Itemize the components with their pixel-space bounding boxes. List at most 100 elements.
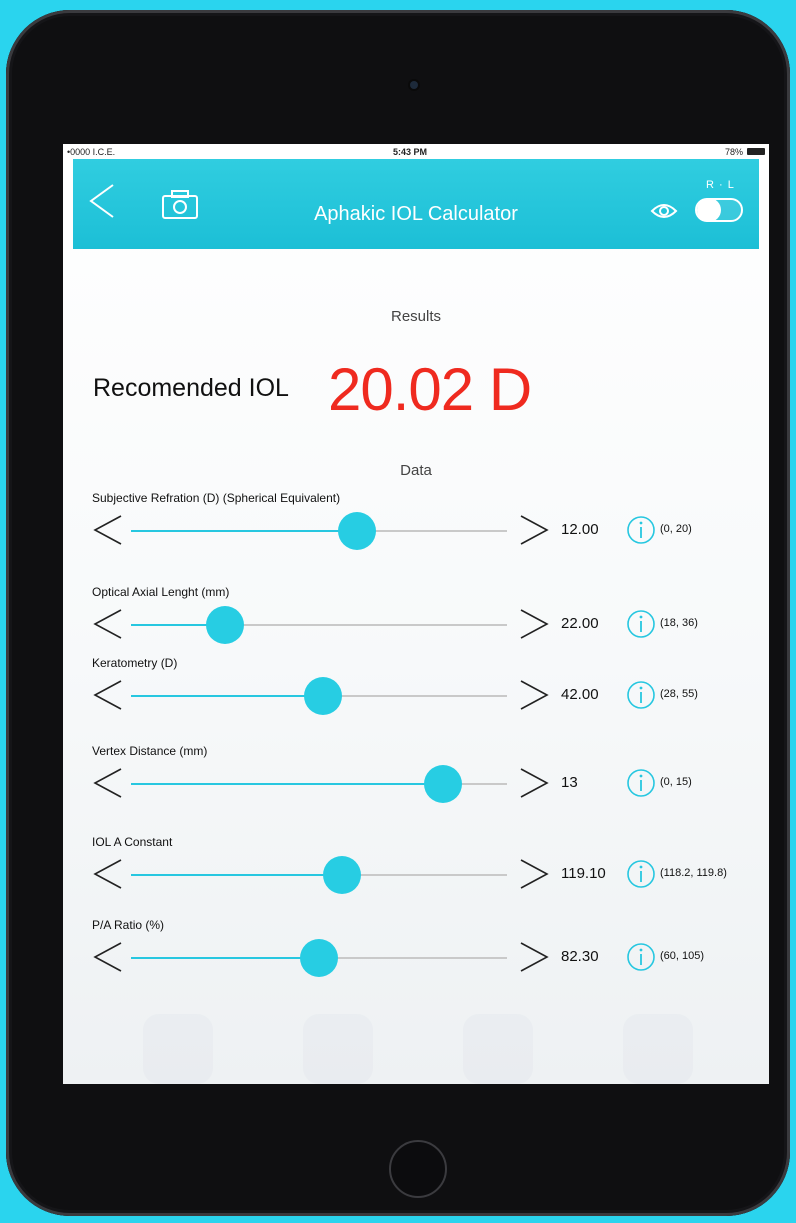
parameter-slider[interactable] <box>131 939 507 977</box>
carrier-label: •0000 I.C.E. <box>67 147 116 157</box>
slider-fill <box>131 783 444 785</box>
chevron-left-icon <box>93 609 122 639</box>
decrease-button[interactable] <box>91 513 125 547</box>
info-icon <box>627 516 655 544</box>
parameter-range: (0, 20) <box>660 523 692 535</box>
parameter-row: IOL A Constant 119.10 (118.2, 119.8) <box>63 835 769 915</box>
chevron-right-icon <box>520 609 549 639</box>
recommended-iol-label: Recomended IOL <box>93 374 289 402</box>
chevron-right-icon <box>520 768 549 798</box>
increase-button[interactable] <box>517 607 551 641</box>
decrease-button[interactable] <box>91 766 125 800</box>
parameter-row: P/A Ratio (%) 82.30 (60, 105) <box>63 918 769 998</box>
chevron-right-icon <box>520 942 549 972</box>
slider-fill <box>131 874 342 876</box>
tablet-frame: •0000 I.C.E. 5:43 PM 78% Aphakic IOL Cal… <box>6 10 790 1216</box>
nav-bar: Aphakic IOL Calculator R · L <box>73 159 759 249</box>
battery-percent: 78% <box>724 147 743 157</box>
clock: 5:43 PM <box>393 147 428 157</box>
dock-reflection <box>303 1014 373 1084</box>
parameter-slider[interactable] <box>131 765 507 803</box>
increase-button[interactable] <box>517 857 551 891</box>
parameter-row: Optical Axial Lenght (mm) 22.00 (18, 36) <box>63 585 769 665</box>
parameter-slider[interactable] <box>131 677 507 715</box>
slider-fill <box>131 530 357 532</box>
eye-side-label: R · L <box>706 179 735 191</box>
app-screen: •0000 I.C.E. 5:43 PM 78% Aphakic IOL Cal… <box>63 144 769 1084</box>
dock-reflection <box>143 1014 213 1084</box>
results-heading: Results <box>390 308 442 325</box>
parameter-value: 82.30 <box>561 948 599 965</box>
parameter-label: IOL A Constant <box>92 835 173 849</box>
increase-button[interactable] <box>517 678 551 712</box>
parameter-label: Vertex Distance (mm) <box>92 744 208 758</box>
parameter-label: Optical Axial Lenght (mm) <box>92 585 230 599</box>
chevron-left-icon <box>93 942 122 972</box>
front-camera <box>410 81 418 89</box>
slider-thumb[interactable] <box>300 939 338 977</box>
status-bar: •0000 I.C.E. 5:43 PM 78% <box>63 144 769 159</box>
parameter-range: (18, 36) <box>660 617 698 629</box>
chevron-left-icon <box>93 768 122 798</box>
parameter-row: Vertex Distance (mm) 13 (0, 15) <box>63 744 769 824</box>
parameter-value: 119.10 <box>561 865 606 882</box>
chevron-left-icon <box>93 680 122 710</box>
increase-button[interactable] <box>517 766 551 800</box>
info-button[interactable] <box>626 680 656 710</box>
info-button[interactable] <box>626 859 656 889</box>
parameter-label: Keratometry (D) <box>92 656 178 670</box>
parameter-value: 42.00 <box>561 686 599 703</box>
increase-button[interactable] <box>517 513 551 547</box>
increase-button[interactable] <box>517 940 551 974</box>
eye-icon <box>650 204 678 218</box>
decrease-button[interactable] <box>91 857 125 891</box>
recommended-iol-value: 20.02 D <box>328 356 532 423</box>
chevron-right-icon <box>520 859 549 889</box>
home-button[interactable] <box>389 1140 447 1198</box>
parameter-row: Keratometry (D) 42.00 (28, 55) <box>63 656 769 736</box>
info-button[interactable] <box>626 609 656 639</box>
slider-thumb[interactable] <box>206 606 244 644</box>
parameter-slider[interactable] <box>131 856 507 894</box>
slider-thumb[interactable] <box>424 765 463 803</box>
parameter-value: 12.00 <box>561 521 599 538</box>
info-button[interactable] <box>626 942 656 972</box>
slider-fill <box>131 695 323 697</box>
chevron-left-icon <box>93 859 122 889</box>
parameter-range: (60, 105) <box>660 950 705 962</box>
chevron-left-icon <box>93 515 122 545</box>
slider-thumb[interactable] <box>337 512 376 550</box>
parameter-label: Subjective Refration (D) (Spherical Equi… <box>92 491 341 505</box>
parameter-value: 22.00 <box>561 615 599 632</box>
parameter-range: (28, 55) <box>660 688 698 700</box>
slider-thumb[interactable] <box>303 677 342 715</box>
parameter-range: (0, 15) <box>660 776 692 788</box>
decrease-button[interactable] <box>91 607 125 641</box>
dock-reflection <box>463 1014 533 1084</box>
parameter-value: 13 <box>561 774 578 791</box>
parameter-row: Subjective Refration (D) (Spherical Equi… <box>63 491 769 571</box>
info-icon <box>627 769 655 797</box>
eye-side-toggle[interactable] <box>695 198 743 222</box>
info-icon <box>627 610 655 638</box>
info-icon <box>627 681 655 709</box>
slider-thumb[interactable] <box>322 856 361 894</box>
battery-icon <box>747 148 765 155</box>
dock-reflection <box>623 1014 693 1084</box>
decrease-button[interactable] <box>91 940 125 974</box>
parameter-slider[interactable] <box>131 512 507 550</box>
slider-fill <box>131 957 319 959</box>
decrease-button[interactable] <box>91 678 125 712</box>
toggle-knob <box>697 198 721 222</box>
parameter-slider[interactable] <box>131 606 507 644</box>
info-icon <box>627 860 655 888</box>
info-icon <box>627 943 655 971</box>
info-button[interactable] <box>626 768 656 798</box>
parameter-label: P/A Ratio (%) <box>92 918 165 932</box>
info-button[interactable] <box>626 515 656 545</box>
chevron-right-icon <box>520 515 549 545</box>
eye-button[interactable] <box>650 201 678 221</box>
chevron-right-icon <box>520 680 549 710</box>
parameter-range: (118.2, 119.8) <box>660 867 727 879</box>
data-heading: Data <box>400 462 432 479</box>
